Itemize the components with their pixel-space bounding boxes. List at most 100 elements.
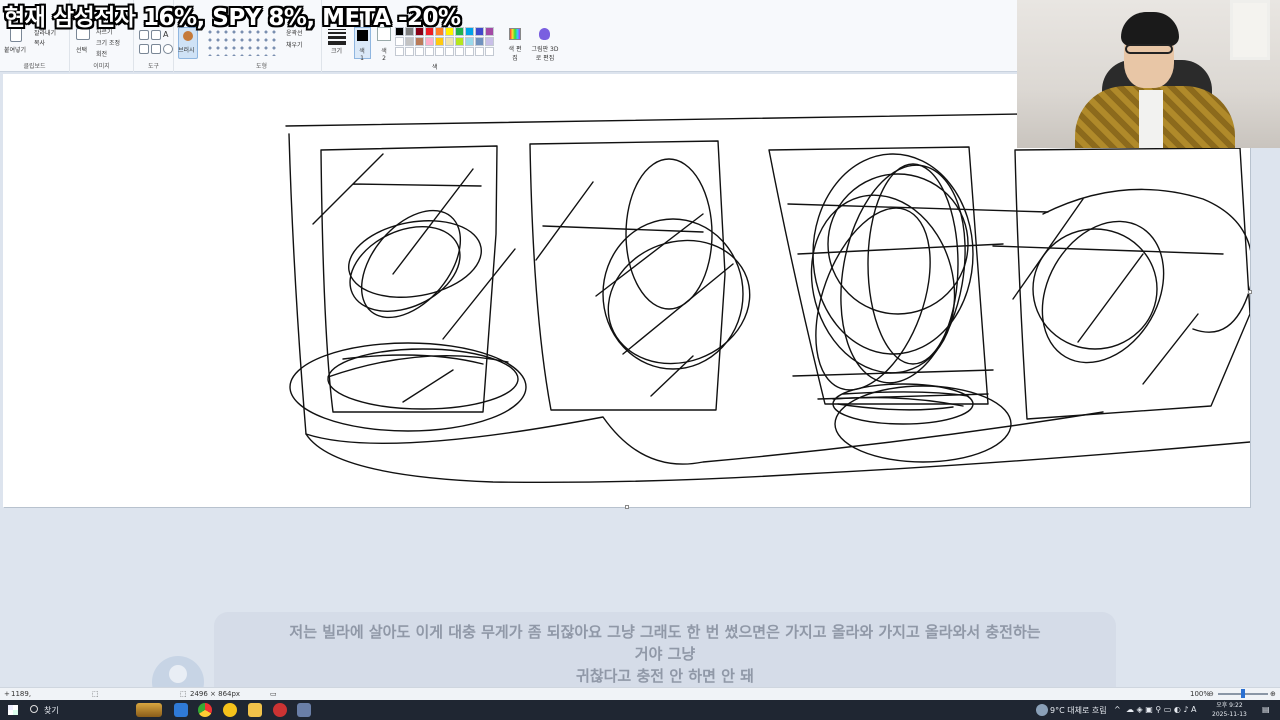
copy-button[interactable]: 복사 [34,38,45,47]
palette-swatch[interactable] [485,37,494,46]
brush-label: 브러시 [178,47,195,54]
box4-oval-a [1032,228,1158,350]
eraser-icon[interactable] [139,44,149,54]
tools-group-label: 도구 [147,63,160,70]
taskbar-search[interactable]: 찾기 [44,705,59,716]
palette-swatch[interactable] [425,47,434,56]
palette-swatch[interactable] [455,47,464,56]
palette-swatch[interactable] [465,27,474,36]
box1-bottom-scribble [327,354,509,403]
subtitle-line-1: 저는 빌라에 살아도 이게 대충 무게가 좀 되잖아요 그냥 그래도 한 번 썼… [289,623,1041,641]
magnifier-icon[interactable] [163,44,173,54]
search-icon[interactable] [30,705,38,713]
shapes-group-label: 도형 [255,63,268,70]
webcam-hair [1121,12,1179,46]
palette-swatch[interactable] [445,47,454,56]
box4-oval-b [1041,220,1165,364]
palette-swatch[interactable] [475,37,484,46]
zoom-slider-thumb[interactable] [1241,689,1245,698]
palette-swatch[interactable] [485,47,494,56]
box4-stroke [1014,147,1250,420]
canvas-size: 2496 × 864px [190,690,241,698]
bottom-wave-stroke [305,411,1104,465]
status-bar: + 1189, ⬚ ⬚ 2496 × 864px ▭ 100% ⊖ ⊕ [0,687,1280,700]
webcam-overlay [1017,0,1280,148]
recorder-icon[interactable] [273,703,287,717]
webcam-glasses [1125,44,1173,54]
box2-stroke [529,140,726,411]
resize-button[interactable]: 크기 조정 [96,38,120,47]
color-picker-icon[interactable] [151,44,161,54]
edit-colors-button[interactable]: 색 편집 [507,44,523,62]
weather-text[interactable]: 9°C 대체로 흐림 [1050,705,1107,716]
zoom-in-icon[interactable]: ⊕ [1270,690,1276,698]
palette-swatch[interactable] [435,37,444,46]
box4-line-stroke [992,198,1224,385]
file-explorer-icon[interactable] [248,703,262,717]
palette-swatch[interactable] [415,37,424,46]
colors-group-label: 색 [432,64,438,71]
subtitle-line-2: 거야 그냥 [634,645,696,663]
notification-icon[interactable]: ▤ [1262,705,1270,714]
size-button[interactable]: 크기 [331,46,342,55]
canvas-resize-handle-right[interactable] [1248,290,1252,294]
paint3d-button[interactable]: 그림판 3D로 편집 [529,44,561,62]
box2-oval-c [607,239,751,365]
palette-swatch[interactable] [395,37,404,46]
box2-line-stroke [535,181,734,397]
palette-swatch[interactable] [445,37,454,46]
edge-icon[interactable] [174,703,188,717]
webcam-window [1230,0,1270,60]
subtitle-line-3: 귀찮다고 충전 안 하면 안 돼 [576,667,754,685]
windows-taskbar: 찾기 9°C 대체로 흐림 ^ ☁ ◈ ▣ ⚲ ▭ ◐ ♪ A 오후 9:22 … [0,700,1280,720]
box3-line-stroke [787,203,1049,400]
chrome-icon[interactable] [198,703,212,717]
rotate-button[interactable]: 회전 [96,49,107,58]
palette-swatch[interactable] [475,27,484,36]
taskbar-clock[interactable]: 오후 9:22 2025-11-13 [1212,701,1247,719]
palette-swatch[interactable] [395,47,404,56]
edit-colors-icon[interactable] [509,28,521,40]
paint-app-icon[interactable] [297,703,311,717]
start-icon[interactable] [8,705,18,715]
canvas-resize-handle-bottom[interactable] [625,505,629,509]
shapes-gallery[interactable] [206,28,280,56]
taskbar-widget-icon[interactable] [136,703,162,717]
color1-label: 색 1 [359,48,365,62]
overlay-title: 현재 삼성전자 16%, SPY 8%, META -20% [4,5,461,31]
palette-swatch[interactable] [405,37,414,46]
box1-oval-a [348,220,482,298]
palette-swatch[interactable] [475,47,484,56]
image-group-label: 이미지 [93,63,110,70]
filesize-icon: ▭ [270,690,277,698]
box2-oval-a [625,158,713,310]
selection-icon: ⬚ [92,690,99,698]
webcam-shirt [1139,90,1163,148]
zoom-out-icon[interactable]: ⊖ [1208,690,1214,698]
weather-icon[interactable] [1036,704,1048,716]
kakaotalk-icon[interactable] [223,703,237,717]
tray-icons[interactable]: ☁ ◈ ▣ ⚲ ▭ ◐ ♪ A [1126,705,1197,714]
cursor-crosshair-icon: + [4,690,10,698]
taskbar-time: 오후 9:22 [1216,702,1243,709]
taskbar-date: 2025-11-13 [1212,711,1247,718]
color2-label: 색 2 [381,48,387,62]
cursor-position: 1189, [11,690,32,698]
palette-swatch[interactable] [465,47,474,56]
palette-swatch[interactable] [485,27,494,36]
box1-bottom-oval [289,342,527,432]
palette-swatch[interactable] [435,47,444,56]
paste-button[interactable]: 붙여넣기 [4,45,26,54]
fill-shape-button[interactable]: 채우기 [286,40,303,49]
palette-swatch[interactable] [405,47,414,56]
clipboard-group-label: 클립보드 [23,63,46,70]
zoom-level: 100% [1190,690,1211,698]
select-button[interactable]: 선택 [76,45,87,54]
palette-swatch[interactable] [455,37,464,46]
palette-swatch[interactable] [425,37,434,46]
paint3d-icon[interactable] [539,28,550,40]
palette-swatch[interactable] [415,47,424,56]
palette-swatch[interactable] [465,37,474,46]
tray-chevron-icon[interactable]: ^ [1114,705,1121,714]
subtitle-text: 저는 빌라에 살아도 이게 대충 무게가 좀 되잖아요 그냥 그래도 한 번 썼… [214,621,1116,687]
